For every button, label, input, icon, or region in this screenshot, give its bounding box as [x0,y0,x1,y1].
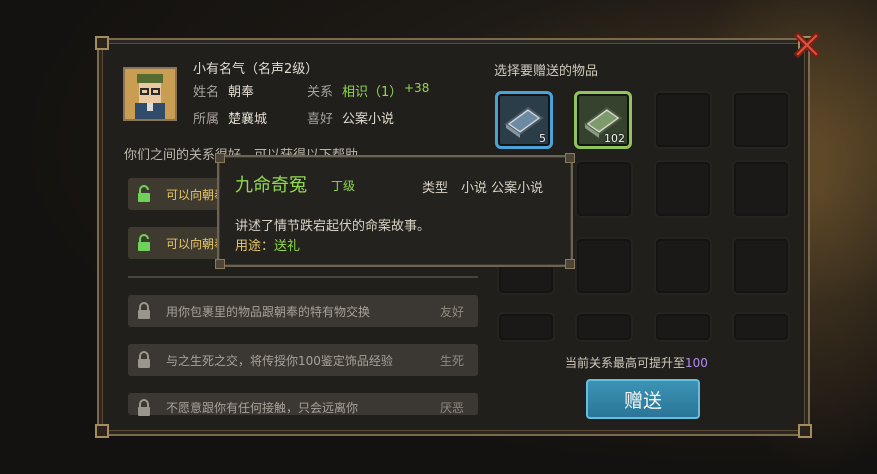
item-count: 5 [539,132,546,145]
benefit-text: 与之生死之交，将传授你100鉴定饰品经验 [166,353,393,368]
hobby-label: 喜好 [307,112,334,127]
close-icon [793,31,821,59]
lock-open-icon [138,185,150,202]
item-grade: 丁级 [331,179,356,193]
npc-name: 朝奉 [228,85,255,100]
item-usage-label: 用途： [235,239,275,254]
lock-open-icon [138,234,150,251]
divider [128,276,478,278]
inventory-slot-empty[interactable] [732,91,790,149]
npc-location: 楚襄城 [228,112,268,127]
inventory-slot-empty[interactable] [654,91,712,149]
panel-corner [95,36,109,50]
tooltip-corner [215,153,225,163]
upgrade-hint: 当前关系最高可提升至100 [565,354,708,371]
lock-closed-icon [138,302,150,319]
give-button[interactable]: 赠送 [586,379,700,419]
npc-portrait [125,69,175,119]
benefit-tag: 厌恶 [439,401,464,415]
upgrade-value: 100 [685,356,708,370]
item-usage-value: 送礼 [274,239,301,254]
inventory-slot-empty[interactable] [575,160,633,218]
panel-corner [798,424,812,438]
inventory-slot-empty[interactable] [575,312,633,342]
item-usage: 用途：送礼 [235,235,300,254]
name-label: 姓名 [193,85,220,100]
inventory-slot-empty[interactable] [732,312,790,342]
lock-closed-icon [138,399,150,416]
inventory-slot-empty[interactable] [732,160,790,218]
benefit-row: 不愿意跟你有任何接触，只会远离你 厌恶 [128,393,478,416]
panel-corner [95,424,109,438]
item-name: 九命奇冤 [235,175,307,196]
benefit-tag: 生死 [439,353,464,368]
inventory-slot-empty[interactable] [732,237,790,295]
tooltip-corner [565,153,575,163]
inventory-title: 选择要赠送的物品 [494,64,599,79]
inventory-slot-empty[interactable] [575,237,633,295]
avatar [123,67,177,121]
inventory-slot[interactable]: 5 [495,91,553,149]
upgrade-text: 当前关系最高可提升至 [565,356,686,370]
benefit-row: 用你包裹里的物品跟朝奉的特有物交换 友好 [128,295,478,327]
tooltip-corner [565,259,575,269]
relation-label: 关系 [307,85,334,100]
item-type-label: 类型 [422,181,449,196]
inventory-slot-empty[interactable] [497,312,555,342]
item-tooltip: 九命奇冤 丁级 类型 小说 公案小说 讲述了情节跌宕起伏的命案故事。 用途：送礼 [215,153,575,269]
relation-value: 相识（1） [342,85,403,100]
inventory-slot-empty[interactable] [654,160,712,218]
inventory-slot[interactable]: 102 [574,91,632,149]
close-button[interactable] [790,28,824,62]
lock-closed-icon [138,351,150,368]
reputation-level: 小有名气（名声2级） [193,62,319,77]
benefit-tag: 友好 [439,304,464,319]
benefit-text: 用你包裹里的物品跟朝奉的特有物交换 [166,304,371,319]
inventory-slot-empty[interactable] [654,237,712,295]
item-count: 102 [604,132,625,145]
inventory-slot-empty[interactable] [654,312,712,342]
benefit-row: 与之生死之交，将传授你100鉴定饰品经验 生死 [128,344,478,376]
relation-bonus: +38 [404,81,430,95]
benefit-text: 不愿意跟你有任何接触，只会远离你 [166,401,359,415]
tooltip-corner [215,259,225,269]
item-type: 小说 公案小说 [461,181,544,196]
location-label: 所属 [193,112,220,127]
item-description: 讲述了情节跌宕起伏的命案故事。 [235,219,431,234]
npc-hobby: 公案小说 [342,112,395,127]
